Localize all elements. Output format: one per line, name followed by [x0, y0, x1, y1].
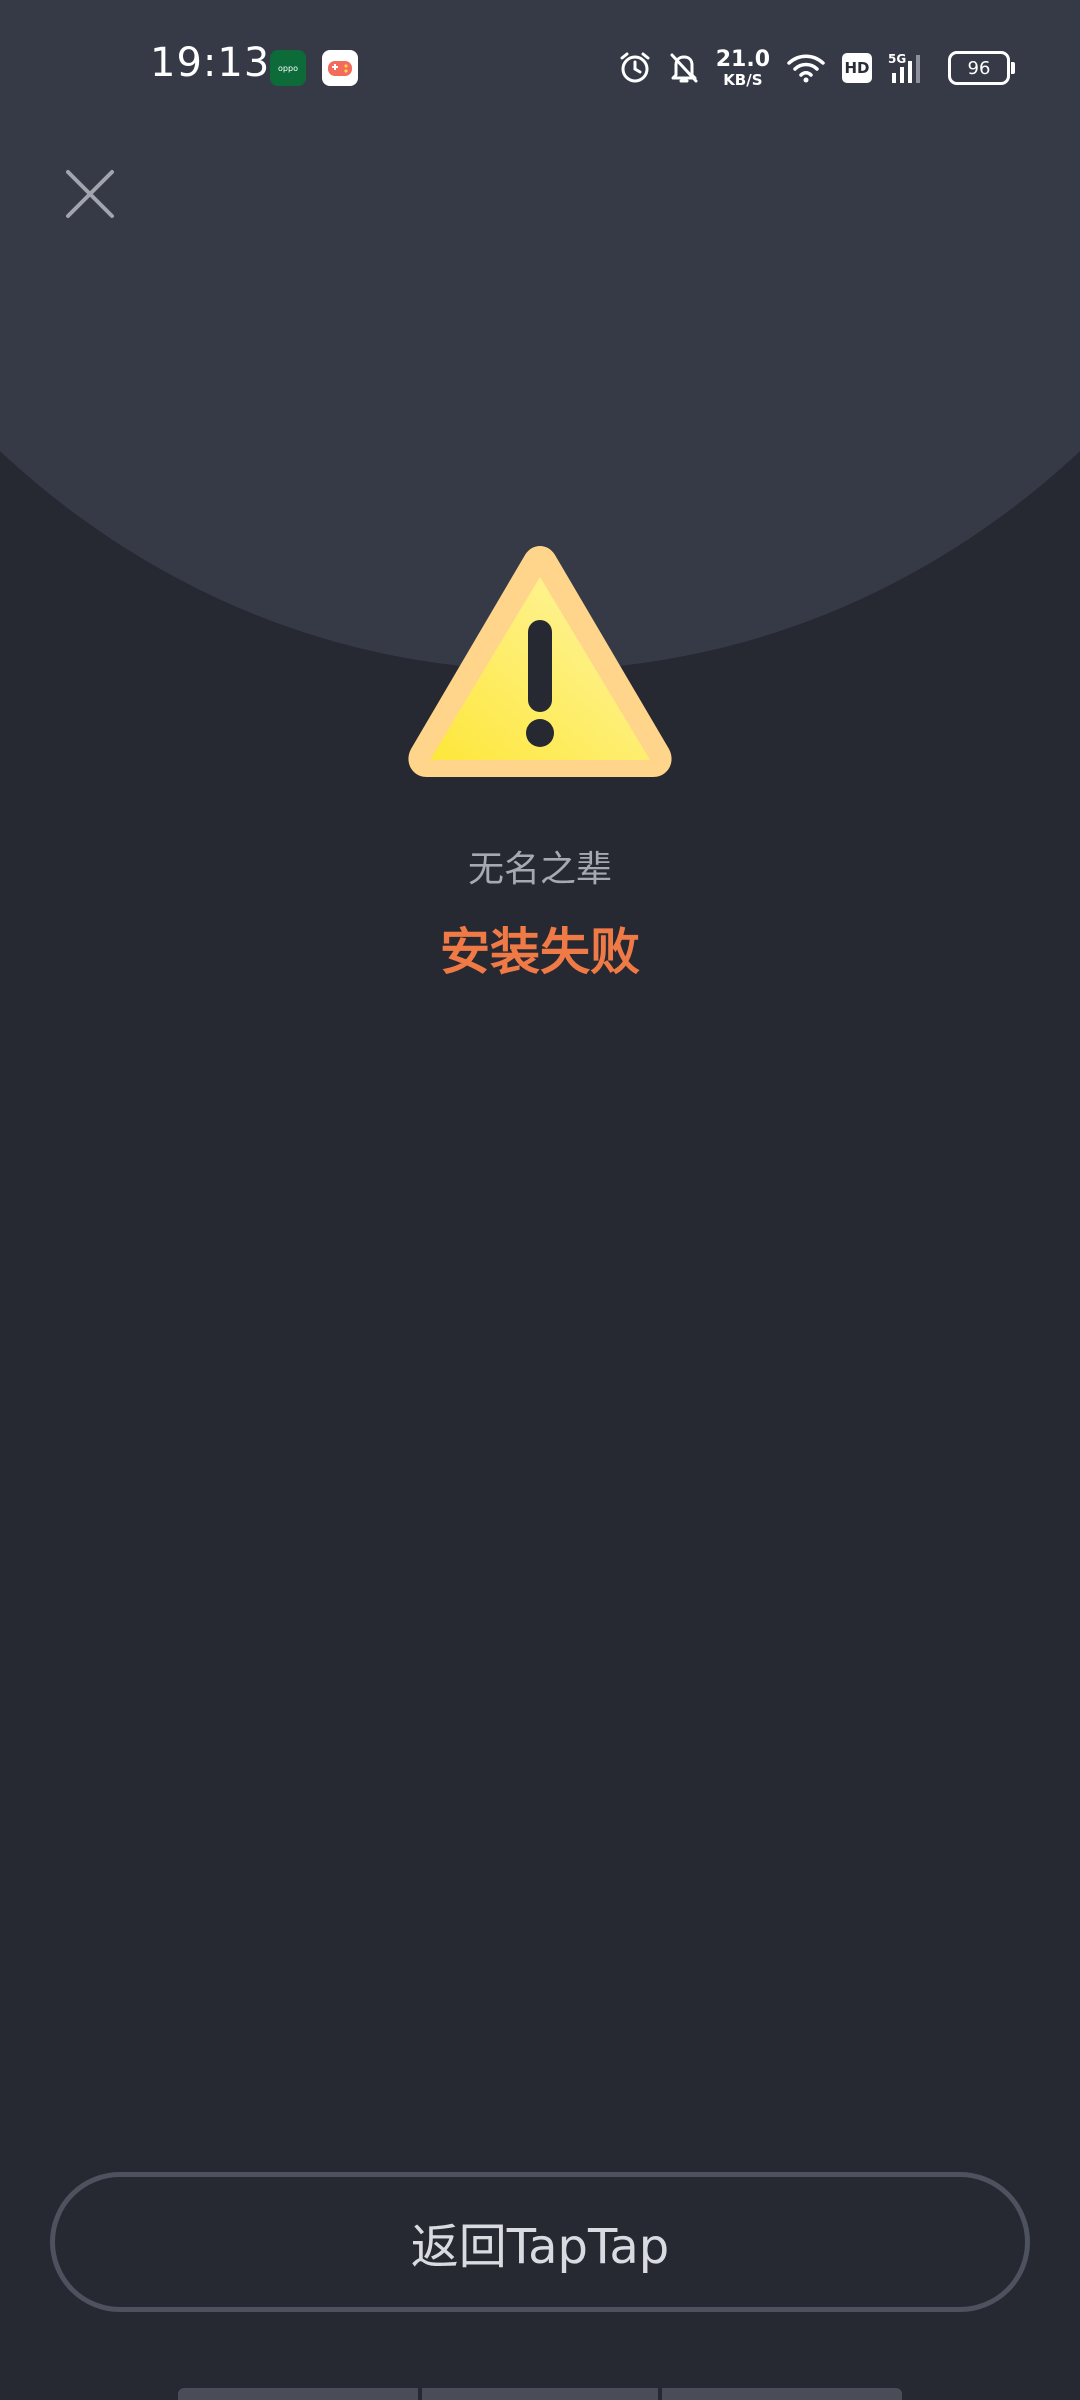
close-icon [66, 170, 114, 218]
network-speed-unit: KB/S [723, 70, 763, 89]
alarm-icon [618, 51, 652, 85]
status-time: 19:13 [150, 40, 271, 86]
hd-badge: HD [842, 53, 872, 83]
network-type-label: 5G [888, 52, 906, 66]
warning-icon [405, 545, 675, 785]
nav-gesture-bar-center [422, 2388, 658, 2400]
status-icons: 21.0 KB/S HD 5G 96 [618, 44, 1015, 92]
oppo-icon-text: oppo [278, 63, 298, 73]
wifi-icon [786, 52, 826, 84]
return-taptap-button[interactable]: 返回TapTap [50, 2172, 1030, 2312]
oppo-app-icon: oppo [270, 50, 306, 86]
nav-gesture-bar-right [662, 2388, 902, 2400]
close-button[interactable] [56, 160, 124, 228]
install-status-text: 安装失败 [440, 923, 640, 981]
nav-gesture-bar-left [178, 2388, 418, 2400]
bell-off-icon [668, 51, 700, 85]
game-app-icon [322, 50, 358, 86]
app-name: 无名之辈 [467, 849, 612, 890]
signal-icon: 5G [888, 51, 932, 85]
battery-icon: 96 [948, 51, 1015, 85]
network-speed: 21.0 KB/S [715, 46, 770, 89]
network-speed-value: 21.0 [715, 46, 770, 72]
status-bar: 19:13 oppo 21.0 KB/S HD 5G 96 [0, 0, 1080, 136]
install-failed-screen: 19:13 oppo 21.0 KB/S HD 5G 96 无名之辈 安装失败 … [0, 0, 1080, 2400]
battery-level: 96 [967, 57, 991, 79]
